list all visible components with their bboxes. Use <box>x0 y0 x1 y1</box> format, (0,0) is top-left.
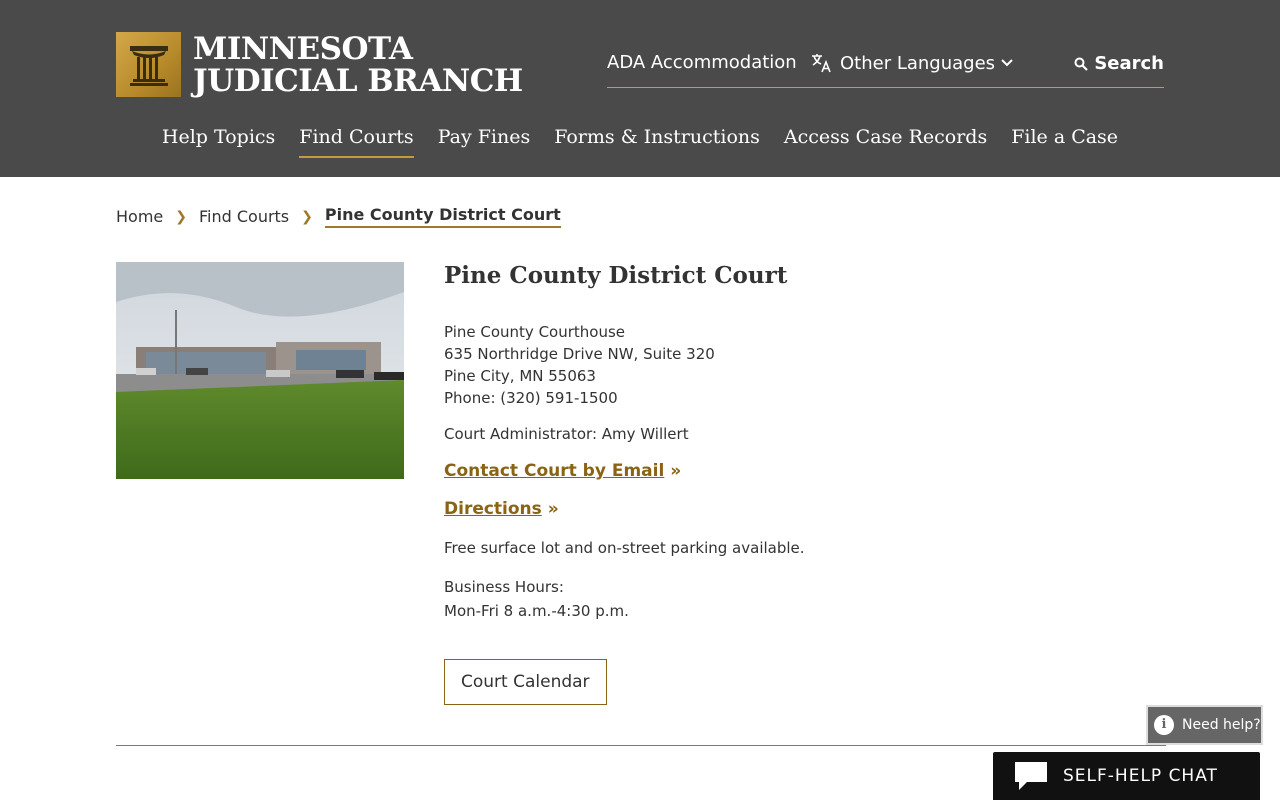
court-calendar-button[interactable]: Court Calendar <box>444 659 607 705</box>
contact-email-label: Contact Court by Email <box>444 461 665 481</box>
building-name: Pine County Courthouse <box>444 323 626 341</box>
info-icon: i <box>1154 715 1174 735</box>
nav-find-courts[interactable]: Find Courts <box>299 126 414 158</box>
nav-forms-instructions[interactable]: Forms & Instructions <box>554 126 760 158</box>
directions-label: Directions <box>444 499 542 519</box>
brand-line-2: JUDICIAL BRANCH <box>193 62 523 99</box>
chevron-right-icon: ❯ <box>301 208 313 225</box>
parking-info: Free surface lot and on-street parking a… <box>444 539 805 557</box>
breadcrumb: Home ❯ Find Courts ❯ Pine County Distric… <box>116 205 561 228</box>
nav-help-topics[interactable]: Help Topics <box>162 126 275 158</box>
breadcrumb-find-courts[interactable]: Find Courts <box>199 207 289 226</box>
hours-value: Mon-Fri 8 a.m.-4:30 p.m. <box>444 602 629 620</box>
court-administrator: Court Administrator: Amy Willert <box>444 425 689 443</box>
street-address: 635 Northridge Drive NW, Suite 320 <box>444 345 715 363</box>
divider <box>116 745 1166 746</box>
contact-email-link[interactable]: Contact Court by Email » <box>444 461 1144 481</box>
link-arrow: » <box>670 461 682 481</box>
hours-label: Business Hours: <box>444 578 564 596</box>
utility-nav: ADA Accommodation Other Languages Search <box>607 50 1164 88</box>
site-header: MINNESOTA JUDICIAL BRANCH ADA Accommodat… <box>0 0 1280 177</box>
translate-icon <box>812 54 831 73</box>
self-help-chat-label: SELF-HELP CHAT <box>1063 766 1218 786</box>
search-button[interactable]: Search <box>1074 53 1164 74</box>
need-help-label: Need help? <box>1182 717 1261 733</box>
breadcrumb-current: Pine County District Court <box>324 205 561 228</box>
court-details: Pine County District Court Pine County C… <box>444 262 1144 705</box>
need-help-button[interactable]: i Need help? <box>1146 705 1263 745</box>
other-languages-label: Other Languages <box>840 52 996 74</box>
directions-link[interactable]: Directions » <box>444 499 1144 519</box>
main-nav: Help Topics Find Courts Pay Fines Forms … <box>0 126 1280 158</box>
court-address: Pine County Courthouse 635 Northridge Dr… <box>444 321 1144 409</box>
chat-bubble-icon <box>1015 762 1047 790</box>
self-help-chat-button[interactable]: SELF-HELP CHAT <box>993 752 1260 800</box>
chevron-right-icon: ❯ <box>175 208 187 225</box>
business-hours: Business Hours: Mon-Fri 8 a.m.-4:30 p.m. <box>444 575 1144 623</box>
nav-access-case-records[interactable]: Access Case Records <box>784 126 987 158</box>
city-state-zip: Pine City, MN 55063 <box>444 367 596 385</box>
phone-number: Phone: (320) 591-1500 <box>444 389 618 407</box>
site-logo[interactable]: MINNESOTA JUDICIAL BRANCH <box>116 32 523 97</box>
brand-name: MINNESOTA JUDICIAL BRANCH <box>193 33 523 97</box>
other-languages-dropdown[interactable]: Other Languages <box>810 52 1019 74</box>
link-arrow: » <box>547 499 559 519</box>
search-label: Search <box>1094 53 1164 74</box>
breadcrumb-home[interactable]: Home <box>116 207 163 226</box>
brand-line-1: MINNESOTA <box>193 30 413 67</box>
ada-accommodation-link[interactable]: ADA Accommodation <box>607 52 797 73</box>
chevron-down-icon <box>1001 59 1013 67</box>
nav-file-a-case[interactable]: File a Case <box>1011 126 1118 158</box>
nav-pay-fines[interactable]: Pay Fines <box>438 126 531 158</box>
page-title: Pine County District Court <box>444 262 788 289</box>
column-logo-icon <box>116 32 181 97</box>
courthouse-photo <box>116 262 404 479</box>
search-icon <box>1074 57 1089 71</box>
